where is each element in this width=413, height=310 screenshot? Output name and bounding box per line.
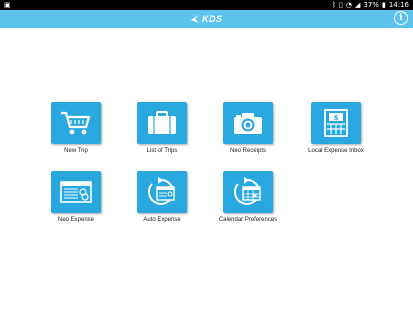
expense-report-icon xyxy=(60,181,92,203)
tile-neo-receipts[interactable]: Neo Receipts xyxy=(208,102,288,154)
tile-label: List of Trips xyxy=(146,148,178,154)
signal-icon: ◢ xyxy=(355,1,361,9)
tile-label: New Trip xyxy=(64,148,88,154)
list-of-trips-icon-box[interactable] xyxy=(137,102,187,144)
new-trip-icon-box[interactable] xyxy=(51,102,101,144)
local-expense-inbox-icon-box[interactable]: $ xyxy=(311,102,361,144)
camera-icon xyxy=(234,113,262,134)
suitcase-icon xyxy=(148,111,176,134)
tile-auto-expense[interactable]: Auto Expense xyxy=(122,171,202,223)
auto-expense-icon xyxy=(147,177,175,205)
tile-label: Local Expense Inbox xyxy=(308,148,364,154)
tile-label: Neo Expense xyxy=(57,217,95,223)
vibrate-icon: ▯ xyxy=(339,1,343,9)
clock: 14:16 xyxy=(388,1,409,9)
notification-image-icon: ▣ xyxy=(4,1,11,9)
info-button[interactable]: i xyxy=(394,11,408,25)
kds-logo: KDS xyxy=(188,12,223,25)
tile-new-trip[interactable]: New Trip xyxy=(36,102,116,154)
calendar-refresh-icon xyxy=(233,177,261,205)
tile-label: Auto Expense xyxy=(143,217,181,223)
tile-list-of-trips[interactable]: List of Trips xyxy=(122,102,202,154)
kds-logo-mark-icon xyxy=(189,14,199,23)
battery-percent: 37% xyxy=(363,1,379,9)
bluetooth-icon: ᛒ xyxy=(331,1,337,9)
status-bar: ▣ ᛒ ▯ ◔ ◢ 37% ▮ 14:16 xyxy=(0,0,413,10)
expense-inbox-icon: $ xyxy=(324,109,348,137)
tile-label: Neo Receipts xyxy=(229,148,267,154)
tile-local-expense-inbox[interactable]: $ Local Expense Inbox xyxy=(296,102,376,154)
wifi-icon: ◔ xyxy=(345,1,352,9)
neo-receipts-icon-box[interactable] xyxy=(223,102,273,144)
auto-expense-icon-box[interactable] xyxy=(137,171,187,213)
tile-neo-expense[interactable]: Neo Expense xyxy=(36,171,116,223)
svg-text:$: $ xyxy=(334,114,339,122)
neo-expense-icon-box[interactable] xyxy=(51,171,101,213)
info-icon: i xyxy=(399,13,403,23)
logo-text: KDS xyxy=(202,13,223,24)
shopping-cart-icon xyxy=(61,111,91,135)
tile-calendar-preferences[interactable]: Calendar Preferences xyxy=(208,171,288,223)
tile-label: Calendar Preferences xyxy=(218,217,278,223)
battery-icon: ▮ xyxy=(381,1,386,9)
calendar-preferences-icon-box[interactable] xyxy=(223,171,273,213)
